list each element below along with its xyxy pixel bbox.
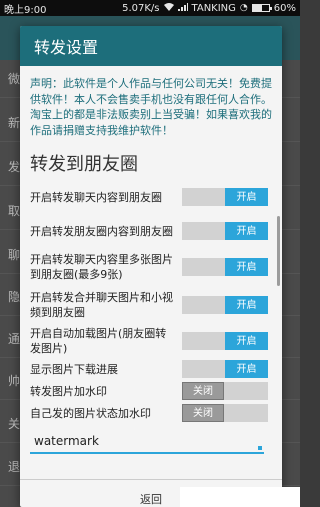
settings-list: 开启转发聊天内容到朋友圈 开启 开启转发朋友圈内容到朋友圈 开启 开启转发聊天内容里多张… bbox=[30, 180, 272, 424]
battery-icon bbox=[251, 4, 272, 12]
toggle-track bbox=[182, 332, 225, 350]
toggle-on-label: 开启 bbox=[225, 222, 268, 240]
setting-label: 开启转发朋友圈内容到朋友圈 bbox=[30, 224, 173, 238]
background-row-label: 新 bbox=[8, 116, 21, 130]
toggle-track bbox=[224, 382, 268, 400]
background-row-label: 退 bbox=[8, 460, 21, 474]
background-row-label: 聊 bbox=[8, 248, 21, 262]
background-row-label: 发 bbox=[8, 160, 21, 174]
section-title: 转发到朋友圈 bbox=[30, 154, 138, 175]
corner-overlay bbox=[180, 487, 300, 507]
back-button[interactable]: 返回 bbox=[140, 491, 162, 507]
background-row-label: 帅 bbox=[8, 374, 21, 388]
toggle-track bbox=[182, 296, 225, 314]
toggle-switch-on[interactable]: 开启 bbox=[182, 188, 268, 206]
setting-label: 转发图片加水印 bbox=[30, 384, 107, 398]
toggle-switch-on[interactable]: 开启 bbox=[182, 296, 268, 314]
setting-row: 开启转发合并聊天图片和小视频到朋友圈 开启 bbox=[30, 286, 272, 324]
disclaimer-text: 声明：此软件是个人作品与任何公司无关！免费提供软件！本人不会售卖手机也没有跟任何… bbox=[30, 77, 272, 137]
background-row-label: 关 bbox=[8, 417, 21, 431]
setting-label: 开启转发聊天内容里多张图片到朋友圈(最多9张) bbox=[30, 253, 173, 281]
setting-row: 自己发的图片状态加水印 关闭 bbox=[30, 402, 272, 424]
toggle-track bbox=[182, 222, 225, 240]
setting-row: 显示图片下载进展 开启 bbox=[30, 358, 272, 380]
setting-row: 开启转发聊天内容到朋友圈 开启 bbox=[30, 180, 272, 214]
watermark-input[interactable]: watermark bbox=[30, 430, 264, 454]
toggle-switch-on[interactable]: 开启 bbox=[182, 332, 268, 350]
setting-row: 转发图片加水印 关闭 bbox=[30, 380, 272, 402]
dialog-content[interactable]: 声明：此软件是个人作品与任何公司无关！免费提供软件！本人不会售卖手机也没有跟任何… bbox=[20, 66, 282, 479]
background-row-label: 隐 bbox=[8, 290, 21, 304]
toggle-on-label: 开启 bbox=[225, 188, 268, 206]
toggle-track bbox=[182, 360, 225, 378]
status-bar: 晚上9:00 5.07K/s TANKING ◔ 60% bbox=[0, 0, 300, 16]
setting-label: 显示图片下载进展 bbox=[30, 362, 118, 376]
toggle-on-label: 开启 bbox=[225, 332, 268, 350]
toggle-off-label: 关闭 bbox=[182, 382, 224, 400]
watermark-value: watermark bbox=[34, 434, 99, 448]
background-row-label: 微 bbox=[8, 72, 21, 86]
status-time: 晚上9:00 bbox=[4, 4, 47, 16]
toggle-off-label: 关闭 bbox=[182, 404, 224, 422]
input-corner bbox=[258, 446, 262, 450]
setting-label: 自己发的图片状态加水印 bbox=[30, 406, 151, 420]
toggle-track bbox=[224, 404, 268, 422]
carrier-name: TANKING bbox=[191, 2, 236, 14]
setting-label: 开启转发聊天内容到朋友圈 bbox=[30, 190, 162, 204]
toggle-switch-on[interactable]: 开启 bbox=[182, 360, 268, 378]
background-row-label: 通 bbox=[8, 332, 21, 346]
forward-settings-dialog: 转发设置 声明：此软件是个人作品与任何公司无关！免费提供软件！本人不会售卖手机也… bbox=[20, 26, 282, 507]
status-right: 5.07K/s TANKING ◔ 60% bbox=[122, 2, 296, 14]
signal-icon bbox=[177, 2, 188, 14]
wifi-icon bbox=[163, 2, 174, 14]
alarm-icon: ◔ bbox=[239, 3, 248, 13]
setting-label: 开启转发合并聊天图片和小视频到朋友圈 bbox=[30, 291, 173, 319]
dialog-title: 转发设置 bbox=[20, 26, 282, 66]
setting-row: 开启转发朋友圈内容到朋友圈 开启 bbox=[30, 214, 272, 248]
toggle-on-label: 开启 bbox=[225, 258, 268, 276]
scrollbar[interactable] bbox=[277, 216, 280, 286]
setting-row: 开启自动加载图片(朋友圈转发图片) 开启 bbox=[30, 324, 272, 358]
toggle-switch-on[interactable]: 开启 bbox=[182, 222, 268, 240]
toggle-switch-on[interactable]: 开启 bbox=[182, 258, 268, 276]
toggle-on-label: 开启 bbox=[225, 296, 268, 314]
toggle-track bbox=[182, 188, 225, 206]
toggle-on-label: 开启 bbox=[225, 360, 268, 378]
background-row-label: 取 bbox=[8, 204, 21, 218]
setting-label: 开启自动加载图片(朋友圈转发图片) bbox=[30, 327, 167, 355]
toggle-switch-off[interactable]: 关闭 bbox=[182, 404, 268, 422]
battery-percent: 60% bbox=[273, 2, 296, 14]
toggle-switch-off[interactable]: 关闭 bbox=[182, 382, 268, 400]
network-speed: 5.07K/s bbox=[122, 2, 160, 14]
toggle-track bbox=[182, 258, 225, 276]
setting-row: 开启转发聊天内容里多张图片到朋友圈(最多9张) 开启 bbox=[30, 248, 272, 286]
